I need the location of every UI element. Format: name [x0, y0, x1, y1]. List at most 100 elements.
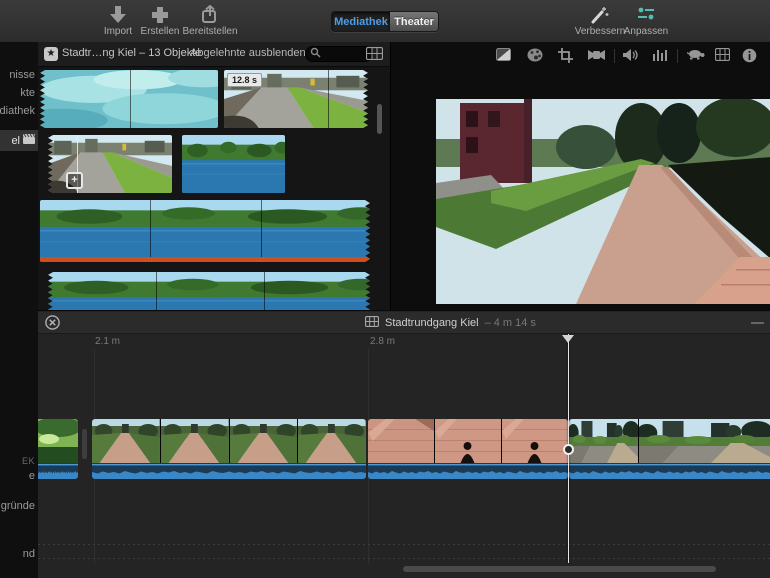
- libraries-sidebar: nisse kte ediathek el EK e gründe nd: [0, 42, 39, 578]
- frame-divider: [150, 200, 151, 262]
- enhance-label: Verbessern: [575, 26, 626, 37]
- audio-waveform: [92, 463, 366, 479]
- project-duration: – 4 m 14 s: [485, 317, 536, 329]
- transition-handle[interactable]: [82, 429, 87, 459]
- info-icon[interactable]: [742, 48, 760, 64]
- frame-divider: [261, 200, 262, 262]
- browser-clip-street-2[interactable]: +: [48, 135, 172, 193]
- view-switcher: Mediathek Theater: [331, 11, 439, 32]
- adjust-button[interactable]: Anpassen: [622, 5, 670, 37]
- speed-turtle-icon[interactable]: [687, 48, 705, 64]
- search-field[interactable]: [305, 46, 373, 62]
- main-toolbar: Import Erstellen Bereitstellen Mediathek…: [0, 0, 770, 43]
- magic-wand-icon: [570, 5, 630, 25]
- timeline-guide-dashed-line: [38, 558, 770, 559]
- project-filmstrip-icon: [365, 316, 379, 330]
- sidebar-item-backgrounds[interactable]: gründe: [1, 500, 35, 512]
- clapperboard-icon: [23, 134, 35, 147]
- color-balance-icon[interactable]: [496, 48, 514, 64]
- enhance-button[interactable]: Verbessern: [570, 5, 630, 37]
- sidebar-item-events[interactable]: nisse: [9, 69, 35, 81]
- volume-icon[interactable]: [622, 48, 640, 64]
- viewer-toolbar: [391, 46, 770, 66]
- tab-mediathek[interactable]: Mediathek: [332, 12, 390, 31]
- audio-waveform: [569, 463, 770, 479]
- ruler-mark[interactable]: 2.8 m: [370, 336, 395, 347]
- effects-filter-icon[interactable]: [715, 48, 733, 64]
- clip-thumbnails: [38, 419, 78, 463]
- playhead-edit-point[interactable]: [563, 444, 574, 455]
- crop-icon[interactable]: [558, 48, 576, 64]
- frame-divider: [130, 70, 131, 128]
- import-button[interactable]: Import: [98, 5, 138, 37]
- audio-waveform: [38, 463, 78, 479]
- ruler-mark[interactable]: 2.1 m: [95, 336, 120, 347]
- sidebar-item-library[interactable]: ediathek: [0, 105, 35, 117]
- toolbar-separator: [677, 49, 678, 63]
- timeline-clip-street[interactable]: [569, 419, 770, 479]
- clip-thumbnails: [368, 419, 568, 463]
- clip-thumbnails: [92, 419, 366, 463]
- search-icon: [310, 45, 321, 63]
- stabilization-camera-icon[interactable]: [587, 48, 605, 64]
- clip-thumbnails: [569, 419, 770, 463]
- close-project-button[interactable]: [45, 315, 60, 330]
- plus-icon: [138, 5, 182, 25]
- sidebar-item-transitions[interactable]: e: [29, 470, 35, 482]
- create-label: Erstellen: [141, 26, 180, 37]
- add-to-timeline-button[interactable]: +: [66, 172, 83, 189]
- search-input[interactable]: [321, 49, 365, 60]
- browser-clip-street[interactable]: 12.8 s: [224, 70, 368, 128]
- viewer-panel: [390, 42, 770, 310]
- playhead-handle[interactable]: [562, 335, 574, 343]
- timeline-title-group: Stadtrundgang Kiel – 4 m 14 s: [365, 316, 536, 330]
- sidebar-item-garageband[interactable]: nd: [23, 548, 35, 560]
- imovie-window: Import Erstellen Bereitstellen Mediathek…: [0, 0, 770, 578]
- browser-clip-lake[interactable]: [182, 135, 285, 193]
- tab-mediathek-label: Mediathek: [334, 16, 388, 28]
- browser-clip-clouds[interactable]: [40, 70, 218, 128]
- timeline-header: Stadtrundgang Kiel – 4 m 14 s: [38, 312, 770, 334]
- filmstrip-view-icon[interactable]: [366, 47, 383, 65]
- timeline-panel: Stadtrundgang Kiel – 4 m 14 s 2.1 m 2.8 …: [38, 310, 770, 578]
- browser-clip-lake-filmstrip[interactable]: [40, 200, 370, 262]
- create-button[interactable]: Erstellen: [138, 5, 182, 37]
- sidebar-item-label: e: [29, 470, 35, 482]
- toolbar-separator: [614, 49, 615, 63]
- timeline-horizontal-scrollbar[interactable]: [403, 566, 716, 572]
- color-correction-icon[interactable]: [527, 48, 545, 64]
- sidebar-item-label: gründe: [1, 500, 35, 512]
- sidebar-item-selected-event[interactable]: el: [0, 130, 38, 151]
- audio-waveform: [368, 463, 568, 479]
- frame-divider: [328, 70, 329, 128]
- timeline-clip-path[interactable]: [92, 419, 366, 479]
- timeline-guide-dashed-line: [38, 544, 770, 545]
- share-button[interactable]: Bereitstellen: [182, 5, 238, 37]
- sidebar-item-label: nisse: [9, 69, 35, 81]
- adjust-label: Anpassen: [624, 26, 668, 37]
- sidebar-section-label: EK: [22, 456, 35, 466]
- share-label: Bereitstellen: [182, 26, 237, 37]
- timeline-settings-dash: [751, 322, 764, 324]
- sidebar-item-label: el: [11, 135, 20, 147]
- timeline-clip-brick[interactable]: [368, 419, 568, 479]
- favorite-star-icon: ★: [44, 47, 58, 61]
- sidebar-item-label: ediathek: [0, 105, 35, 117]
- filter-dropdown[interactable]: Abgelehnte ausblenden: [190, 47, 317, 59]
- sliders-icon: [622, 5, 670, 25]
- clip-duration-badge: 12.8 s: [227, 73, 262, 87]
- event-browser: ★ Stadtr…ng Kiel – 13 Objekte Abgelehnte…: [38, 42, 390, 310]
- tab-theater-label: Theater: [394, 16, 434, 28]
- browser-scrollbar[interactable]: [377, 104, 382, 134]
- used-range-bar: [40, 257, 370, 262]
- video-frame-scene: [436, 99, 770, 304]
- project-title: Stadtrundgang Kiel: [385, 317, 479, 329]
- browser-title: Stadtr…ng Kiel – 13 Objekte: [62, 47, 201, 59]
- sidebar-item-label: kte: [20, 87, 35, 99]
- timeline-clip-park[interactable]: [38, 419, 78, 479]
- share-icon: [182, 5, 238, 25]
- sidebar-section-header-content-library: EK: [22, 456, 35, 466]
- tab-theater[interactable]: Theater: [390, 12, 438, 31]
- sidebar-item-projects[interactable]: kte: [20, 87, 35, 99]
- audio-levels-icon[interactable]: [652, 48, 670, 64]
